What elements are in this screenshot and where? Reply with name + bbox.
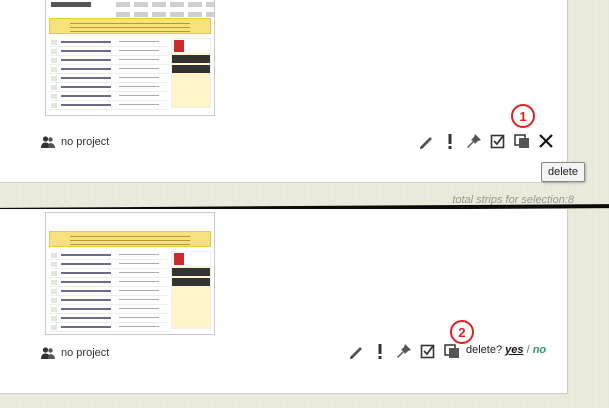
project-label[interactable]: no project xyxy=(41,136,109,148)
copy-icon[interactable] xyxy=(510,132,534,150)
pin-icon[interactable] xyxy=(462,132,486,150)
delete-confirm: delete? yes / no xyxy=(466,344,546,356)
users-icon xyxy=(41,136,55,148)
checkbox-icon[interactable] xyxy=(416,342,440,360)
project-text: no project xyxy=(61,347,110,359)
confirm-yes-link[interactable]: yes xyxy=(505,344,523,356)
users-icon xyxy=(41,347,55,359)
copy-icon[interactable] xyxy=(440,342,464,360)
pencil-icon[interactable] xyxy=(344,342,368,360)
confirm-no-link[interactable]: no xyxy=(533,344,546,356)
confirm-separator: / xyxy=(526,344,530,356)
project-text: no project xyxy=(61,136,110,148)
callout-number: 2 xyxy=(450,320,474,344)
strip-thumbnail[interactable] xyxy=(45,212,215,335)
project-label[interactable]: no project xyxy=(41,347,109,359)
exclamation-icon[interactable] xyxy=(438,132,462,150)
checkbox-icon[interactable] xyxy=(486,132,510,150)
strip-card-bottom: no project 2 xyxy=(0,209,568,394)
close-x-icon[interactable] xyxy=(534,132,558,150)
strip-toolbar xyxy=(414,132,558,150)
tooltip-delete: delete xyxy=(541,162,585,182)
pencil-icon[interactable] xyxy=(414,132,438,150)
strip-thumbnail[interactable] xyxy=(45,0,215,116)
delete-question: delete? xyxy=(466,344,503,356)
pin-icon[interactable] xyxy=(392,342,416,360)
strip-card-top: no project 1 xyxy=(0,0,568,183)
strip-toolbar xyxy=(344,342,464,360)
exclamation-icon[interactable] xyxy=(368,342,392,360)
callout-number: 1 xyxy=(511,104,535,128)
